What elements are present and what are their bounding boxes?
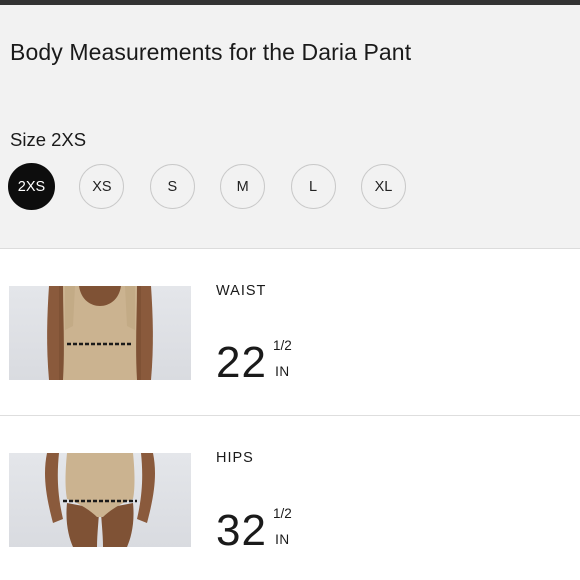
size-label: Size 2XS [10,129,87,150]
size-option-s[interactable]: S [149,164,195,209]
waist-measurement-figure [9,286,191,380]
hips-fraction: 1/2 [272,506,292,521]
size-option-xl[interactable]: XL [360,164,406,209]
hips-unit: IN [275,532,290,547]
hips-value: 32 1/2 IN [216,506,292,555]
page-title: Body Measurements for the Daria Pant [10,39,412,65]
waist-value: 22 1/2 IN [216,338,292,387]
size-options: 2XS XS S M L XL [8,163,431,210]
waist-value-side: 1/2 IN [273,338,292,380]
hips-label: HIPS [216,450,254,466]
size-option-xs[interactable]: XS [79,164,125,209]
waist-fraction: 1/2 [272,338,292,353]
hips-whole-value: 32 [216,506,267,555]
hips-figure-illustration [45,453,155,547]
waist-figure-illustration [47,286,153,380]
size-option-m[interactable]: M [220,164,266,209]
size-header: Body Measurements for the Daria Pant Siz… [0,5,580,249]
waist-label: WAIST [216,283,267,299]
waist-unit: IN [275,364,290,379]
waist-whole-value: 22 [216,338,267,387]
section-divider [0,415,580,416]
size-option-2xs[interactable]: 2XS [8,163,55,210]
hips-measurement-figure [9,453,191,547]
hips-value-side: 1/2 IN [273,506,292,548]
size-option-l[interactable]: L [290,164,336,209]
